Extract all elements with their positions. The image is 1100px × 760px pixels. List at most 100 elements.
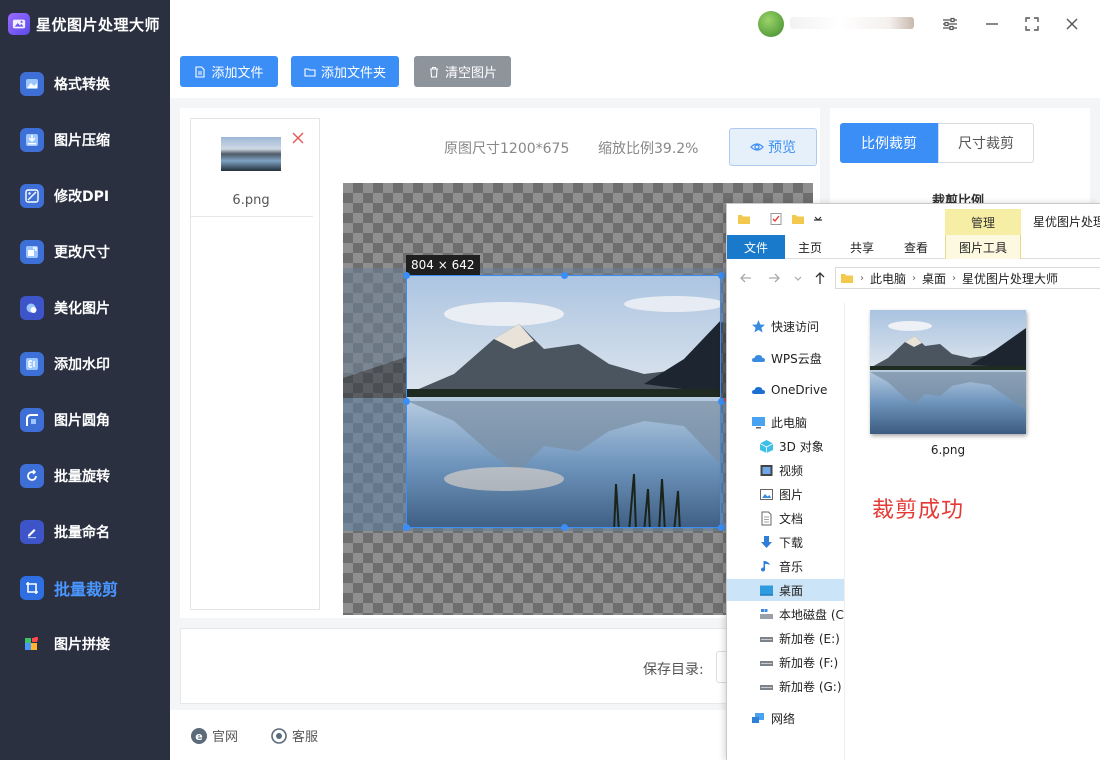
tab-home[interactable]: 主页 — [785, 235, 835, 259]
tab-view[interactable]: 查看 — [889, 235, 943, 259]
crop-handle-bottom-right[interactable] — [718, 524, 725, 531]
sidebar-item-label: 批量命名 — [54, 525, 110, 541]
manage-context-tab[interactable]: 管理 — [945, 209, 1021, 235]
sidebar-nav: 格式转换 图片压缩 修改DPI 更改尺寸 美化图片 添加水印 图片圆角 批量旋转… — [0, 56, 170, 672]
file-thumbnail[interactable] — [221, 137, 281, 171]
mountain-lake-image — [870, 310, 1026, 434]
sidebar-item-crop[interactable]: 批量裁剪 — [0, 560, 170, 616]
tree-quick-access[interactable]: 快速访问 — [751, 315, 819, 337]
tab-size-crop[interactable]: 尺寸裁剪 — [938, 123, 1034, 163]
sidebar-item-rounded-corner[interactable]: 图片圆角 — [0, 392, 170, 448]
tree-local-disk-c[interactable]: 本地磁盘 (C — [759, 603, 844, 625]
crop-selection[interactable] — [406, 275, 721, 528]
tree-pictures[interactable]: 图片 — [759, 483, 803, 505]
sidebar-item-watermark[interactable]: 添加水印 — [0, 336, 170, 392]
crop-handle-bottom-left[interactable] — [403, 524, 410, 531]
sidebar-item-compress[interactable]: 图片压缩 — [0, 112, 170, 168]
save-directory-label: 保存目录: — [643, 662, 704, 678]
support-label: 客服 — [292, 730, 319, 745]
tree-label: 新加卷 (G:) — [779, 679, 842, 694]
eye-icon — [750, 143, 764, 151]
sidebar-item-beautify[interactable]: 美化图片 — [0, 280, 170, 336]
dpi-icon — [20, 184, 44, 208]
tab-picture-tools[interactable]: 图片工具 — [945, 235, 1021, 259]
minimize-icon[interactable] — [982, 14, 1002, 34]
file-item-thumbnail[interactable] — [870, 310, 1026, 434]
scale-ratio-text: 缩放比例39.2% — [598, 141, 699, 157]
crop-handle-bottom[interactable] — [561, 524, 568, 531]
settings-sliders-icon[interactable] — [940, 14, 960, 34]
tree-music[interactable]: 音乐 — [759, 555, 803, 577]
editor-panel: 6.png 原图尺寸1200*675 缩放比例39.2% 预览 804 × 64… — [180, 108, 820, 618]
sidebar-item-format-convert[interactable]: 格式转换 — [0, 56, 170, 112]
divider — [191, 216, 313, 217]
tree-label: 桌面 — [779, 583, 804, 598]
drive-c-icon — [760, 608, 773, 619]
remove-file-icon[interactable] — [291, 131, 305, 145]
sidebar-item-label: 图片压缩 — [54, 133, 110, 149]
clear-images-label: 清空图片 — [444, 66, 497, 81]
tree-videos[interactable]: 视频 — [759, 459, 803, 481]
tree-wps-cloud[interactable]: WPS云盘 — [751, 347, 822, 369]
website-link[interactable]: e 官网 — [190, 726, 238, 745]
desktop-icon — [760, 585, 773, 596]
breadcrumb-this-pc[interactable]: 此电脑 — [870, 270, 906, 287]
tab-ratio-crop[interactable]: 比例裁剪 — [840, 123, 938, 163]
tree-volume-f[interactable]: 新加卷 (F:) — [759, 651, 838, 673]
breadcrumb-folder[interactable]: 星优图片处理大师 — [962, 270, 1058, 287]
forward-arrow-icon[interactable] — [767, 271, 781, 285]
recent-chevron-icon[interactable] — [791, 271, 805, 285]
folder-icon[interactable] — [737, 212, 751, 226]
clear-images-button[interactable]: 清空图片 — [414, 56, 511, 87]
app-logo-icon — [8, 13, 30, 35]
crop-handle-top-left[interactable] — [403, 272, 410, 279]
avatar[interactable] — [758, 11, 784, 37]
original-size-text: 原图尺寸1200*675 — [444, 141, 570, 157]
tree-onedrive[interactable]: OneDrive — [751, 379, 827, 401]
tree-volume-g[interactable]: 新加卷 (G:) — [759, 675, 842, 697]
chevron-down-icon[interactable] — [811, 212, 825, 226]
tree-3d-objects[interactable]: 3D 对象 — [759, 435, 824, 457]
tree-volume-e[interactable]: 新加卷 (E:) — [759, 627, 840, 649]
beautify-icon — [20, 296, 44, 320]
tree-label: 网络 — [771, 711, 796, 726]
crop-handle-left[interactable] — [403, 398, 410, 405]
support-link[interactable]: 客服 — [270, 726, 318, 745]
rounded-corner-icon — [20, 408, 44, 432]
up-arrow-icon[interactable] — [813, 271, 827, 285]
crop-handle-top-right[interactable] — [718, 272, 725, 279]
tree-downloads[interactable]: 下载 — [759, 531, 803, 553]
tab-share[interactable]: 共享 — [835, 235, 889, 259]
add-file-button[interactable]: 添加文件 — [180, 56, 278, 87]
tree-network[interactable]: 网络 — [751, 707, 795, 729]
sidebar-item-label: 图片圆角 — [54, 413, 110, 429]
address-path[interactable]: › 此电脑 › 桌面 › 星优图片处理大师 — [835, 267, 1100, 289]
tab-file[interactable]: 文件 — [727, 235, 785, 259]
tree-desktop[interactable]: 桌面 — [727, 579, 844, 601]
folder-icon — [304, 67, 316, 77]
rotate-icon — [20, 464, 44, 488]
back-arrow-icon[interactable] — [739, 271, 753, 285]
explorer-quick-access-toolbar: 管理 星优图片处理 — [727, 204, 1100, 235]
sidebar-item-rotate[interactable]: 批量旋转 — [0, 448, 170, 504]
sidebar-item-label: 更改尺寸 — [54, 245, 110, 261]
breadcrumb-desktop[interactable]: 桌面 — [922, 270, 946, 287]
sidebar-item-label: 修改DPI — [54, 189, 110, 205]
sidebar-item-resize[interactable]: 更改尺寸 — [0, 224, 170, 280]
sidebar-item-puzzle[interactable]: 图片拼接 — [0, 616, 170, 672]
file-item-name[interactable]: 6.png — [870, 443, 1026, 457]
tree-label: 新加卷 (E:) — [779, 631, 840, 646]
preview-button[interactable]: 预览 — [729, 128, 817, 166]
maximize-icon[interactable] — [1022, 14, 1042, 34]
new-folder-icon[interactable] — [791, 212, 805, 226]
close-icon[interactable] — [1062, 14, 1082, 34]
sidebar-item-rename[interactable]: 批量命名 — [0, 504, 170, 560]
explorer-window-title: 星优图片处理 — [1033, 215, 1100, 229]
properties-check-icon[interactable] — [769, 212, 783, 226]
tree-documents[interactable]: 文档 — [759, 507, 803, 529]
sidebar-item-dpi[interactable]: 修改DPI — [0, 168, 170, 224]
add-folder-button[interactable]: 添加文件夹 — [291, 56, 399, 87]
crop-handle-top[interactable] — [561, 272, 568, 279]
tree-this-pc[interactable]: 此电脑 — [751, 411, 807, 433]
user-name-blurred — [790, 17, 914, 29]
